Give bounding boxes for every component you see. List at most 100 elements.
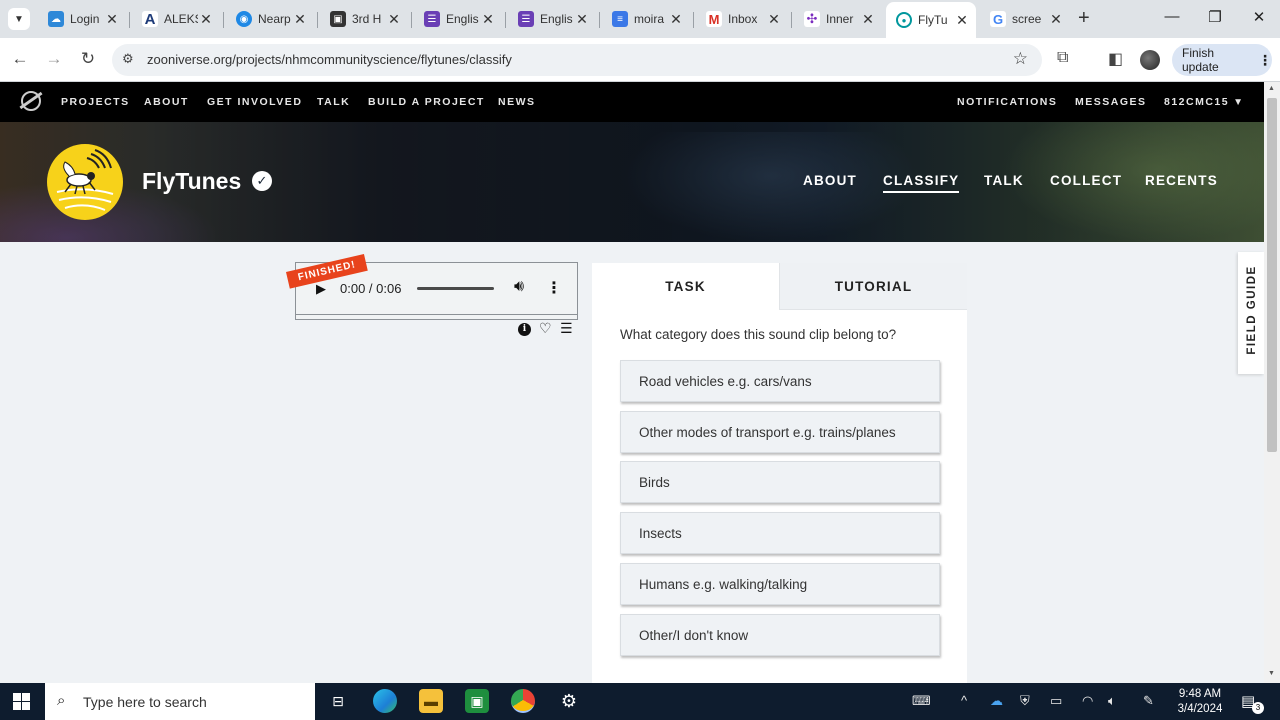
answer-option[interactable]: Humans e.g. walking/talking	[620, 563, 940, 605]
info-icon[interactable]: i	[518, 323, 531, 336]
tab-search-button[interactable]: ▼	[8, 8, 30, 30]
browser-tab[interactable]: ☁ Login ✕	[38, 4, 126, 34]
browser-tab[interactable]: ▣ 3rd H ✕	[320, 4, 408, 34]
nav-build-a-project[interactable]: BUILD A PROJECT	[368, 96, 485, 108]
security-icon[interactable]: ⛨	[1020, 693, 1030, 709]
nav-about[interactable]: ABOUT	[144, 96, 189, 108]
chevron-up-icon[interactable]: ^	[961, 693, 967, 708]
speaker-icon[interactable]: 🔈︎	[1108, 693, 1116, 709]
scroll-thumb[interactable]	[1267, 98, 1277, 452]
finish-update-button[interactable]: Finish update ⋮	[1172, 44, 1272, 76]
window-close-button[interactable]: ✕	[1249, 8, 1269, 26]
extensions-icon[interactable]: ⧉	[1057, 49, 1068, 67]
field-guide-tab[interactable]: FIELD GUIDE	[1238, 252, 1264, 374]
nav-notifications[interactable]: NOTIFICATIONS	[957, 96, 1057, 108]
file-explorer-icon[interactable]: ▬	[419, 689, 443, 713]
browser-tab[interactable]: ◉ Nearp ✕	[226, 4, 314, 34]
answer-option[interactable]: Other modes of transport e.g. trains/pla…	[620, 411, 940, 453]
tab-divider	[411, 12, 412, 28]
nav-get-involved[interactable]: GET INVOLVED	[207, 96, 302, 108]
nav-talk[interactable]: TALK	[317, 96, 350, 108]
page-scrollbar[interactable]: ▲ ▼	[1264, 82, 1280, 683]
browser-tab[interactable]: ☰ Englis ✕	[414, 4, 502, 34]
classroom-app-icon[interactable]: ▣	[465, 689, 489, 713]
project-avatar[interactable]	[47, 144, 123, 220]
play-icon[interactable]: ▶	[316, 281, 326, 297]
side-panel-icon[interactable]: ◧	[1108, 49, 1123, 69]
close-icon[interactable]: ✕	[104, 11, 120, 28]
new-tab-button[interactable]: +	[1078, 8, 1090, 28]
answer-option[interactable]: Birds	[620, 461, 940, 503]
windows-start-icon[interactable]	[13, 693, 30, 710]
browser-tab[interactable]: ≡ moira ✕	[602, 4, 690, 34]
answer-option[interactable]: Road vehicles e.g. cars/vans	[620, 360, 940, 402]
browser-tab-active[interactable]: ● FlyTu ✕	[886, 2, 976, 38]
close-icon[interactable]: ✕	[766, 11, 782, 28]
project-link-recents[interactable]: RECENTS	[1145, 173, 1218, 188]
project-link-talk[interactable]: TALK	[984, 173, 1024, 188]
answer-option[interactable]: Insects	[620, 512, 940, 554]
zooniverse-logo-icon[interactable]	[21, 91, 41, 111]
close-icon[interactable]: ✕	[574, 11, 590, 28]
pen-icon[interactable]: ✎	[1143, 693, 1154, 709]
close-icon[interactable]: ✕	[668, 11, 684, 28]
forward-button[interactable]: →	[43, 49, 65, 69]
scroll-down-icon[interactable]: ▼	[1268, 670, 1275, 677]
browser-tab[interactable]: G scree ✕	[980, 4, 1070, 34]
close-icon[interactable]: ✕	[198, 11, 214, 28]
tab-title: scree	[1012, 12, 1042, 26]
scroll-up-icon[interactable]: ▲	[1268, 85, 1275, 92]
close-icon[interactable]: ✕	[954, 12, 970, 29]
minimize-button[interactable]: —	[1162, 8, 1182, 25]
browser-tab[interactable]: A ALEKS ✕	[132, 4, 220, 34]
wifi-icon[interactable]: ◠	[1082, 693, 1093, 709]
close-icon[interactable]: ✕	[480, 11, 496, 28]
profile-avatar[interactable]	[1140, 50, 1160, 70]
url-text[interactable]: zooniverse.org/projects/nhmcommunityscie…	[147, 52, 512, 67]
address-bar[interactable]: ⚙ zooniverse.org/projects/nhmcommunitysc…	[112, 44, 1042, 76]
browser-tab[interactable]: M Inbox ✕	[696, 4, 788, 34]
more-vertical-icon[interactable]: ⋮	[546, 278, 562, 298]
project-link-about[interactable]: ABOUT	[803, 173, 857, 188]
task-view-icon[interactable]: ⊟	[326, 689, 350, 713]
edge-icon[interactable]	[373, 689, 397, 713]
browser-toolbar: ← → ↻ ⚙ zooniverse.org/projects/nhmcommu…	[0, 38, 1280, 82]
reload-button[interactable]: ↻	[77, 49, 99, 69]
tab-title: ALEKS	[164, 12, 198, 26]
close-icon[interactable]: ✕	[860, 11, 876, 28]
onedrive-icon[interactable]: ☁	[990, 693, 1003, 709]
keyboard-icon[interactable]: ⌨	[912, 693, 931, 709]
audio-seek-bar[interactable]	[417, 287, 494, 290]
nav-projects[interactable]: PROJECTS	[61, 96, 130, 108]
answer-option[interactable]: Other/I don't know	[620, 614, 940, 656]
tab-tutorial[interactable]: TUTORIAL	[779, 263, 967, 310]
settings-gear-icon[interactable]: ⚙	[557, 689, 581, 713]
taskbar-clock[interactable]: 9:48 AM 3/4/2024	[1170, 687, 1230, 717]
site-settings-icon[interactable]: ⚙	[122, 51, 134, 67]
volume-icon[interactable]: 🔊︎	[514, 278, 524, 296]
back-button[interactable]: ←	[9, 49, 31, 69]
heart-icon[interactable]: ♡	[539, 320, 552, 337]
zooniverse-top-nav: PROJECTS ABOUT GET INVOLVED TALK BUILD A…	[0, 82, 1264, 122]
tab-task[interactable]: TASK	[592, 263, 779, 310]
nav-messages[interactable]: MESSAGES	[1075, 96, 1147, 108]
bookmark-star-icon[interactable]: ☆	[1013, 49, 1028, 69]
chrome-icon[interactable]	[511, 689, 535, 713]
close-icon[interactable]: ✕	[386, 11, 402, 28]
browser-tab[interactable]: ✣ Inner ✕	[794, 4, 882, 34]
taskbar-search[interactable]: ⌕ Type here to search	[45, 683, 315, 720]
close-icon[interactable]: ✕	[1048, 11, 1064, 28]
user-menu[interactable]: 812CMC15 ▼	[1164, 96, 1245, 108]
project-link-collect[interactable]: COLLECT	[1050, 173, 1122, 188]
battery-icon[interactable]: ▭	[1050, 693, 1062, 709]
collection-list-icon[interactable]: ☰	[560, 320, 573, 337]
browser-tab[interactable]: ☰ Englis ✕	[508, 4, 596, 34]
restore-button[interactable]: ❐	[1205, 8, 1225, 26]
nav-news[interactable]: NEWS	[498, 96, 536, 108]
forms-icon: ☰	[424, 11, 440, 27]
tab-title: Inbox	[728, 12, 758, 26]
project-link-classify[interactable]: CLASSIFY	[883, 173, 960, 193]
tab-divider	[505, 12, 506, 28]
close-icon[interactable]: ✕	[292, 11, 308, 28]
tab-divider	[693, 12, 694, 28]
